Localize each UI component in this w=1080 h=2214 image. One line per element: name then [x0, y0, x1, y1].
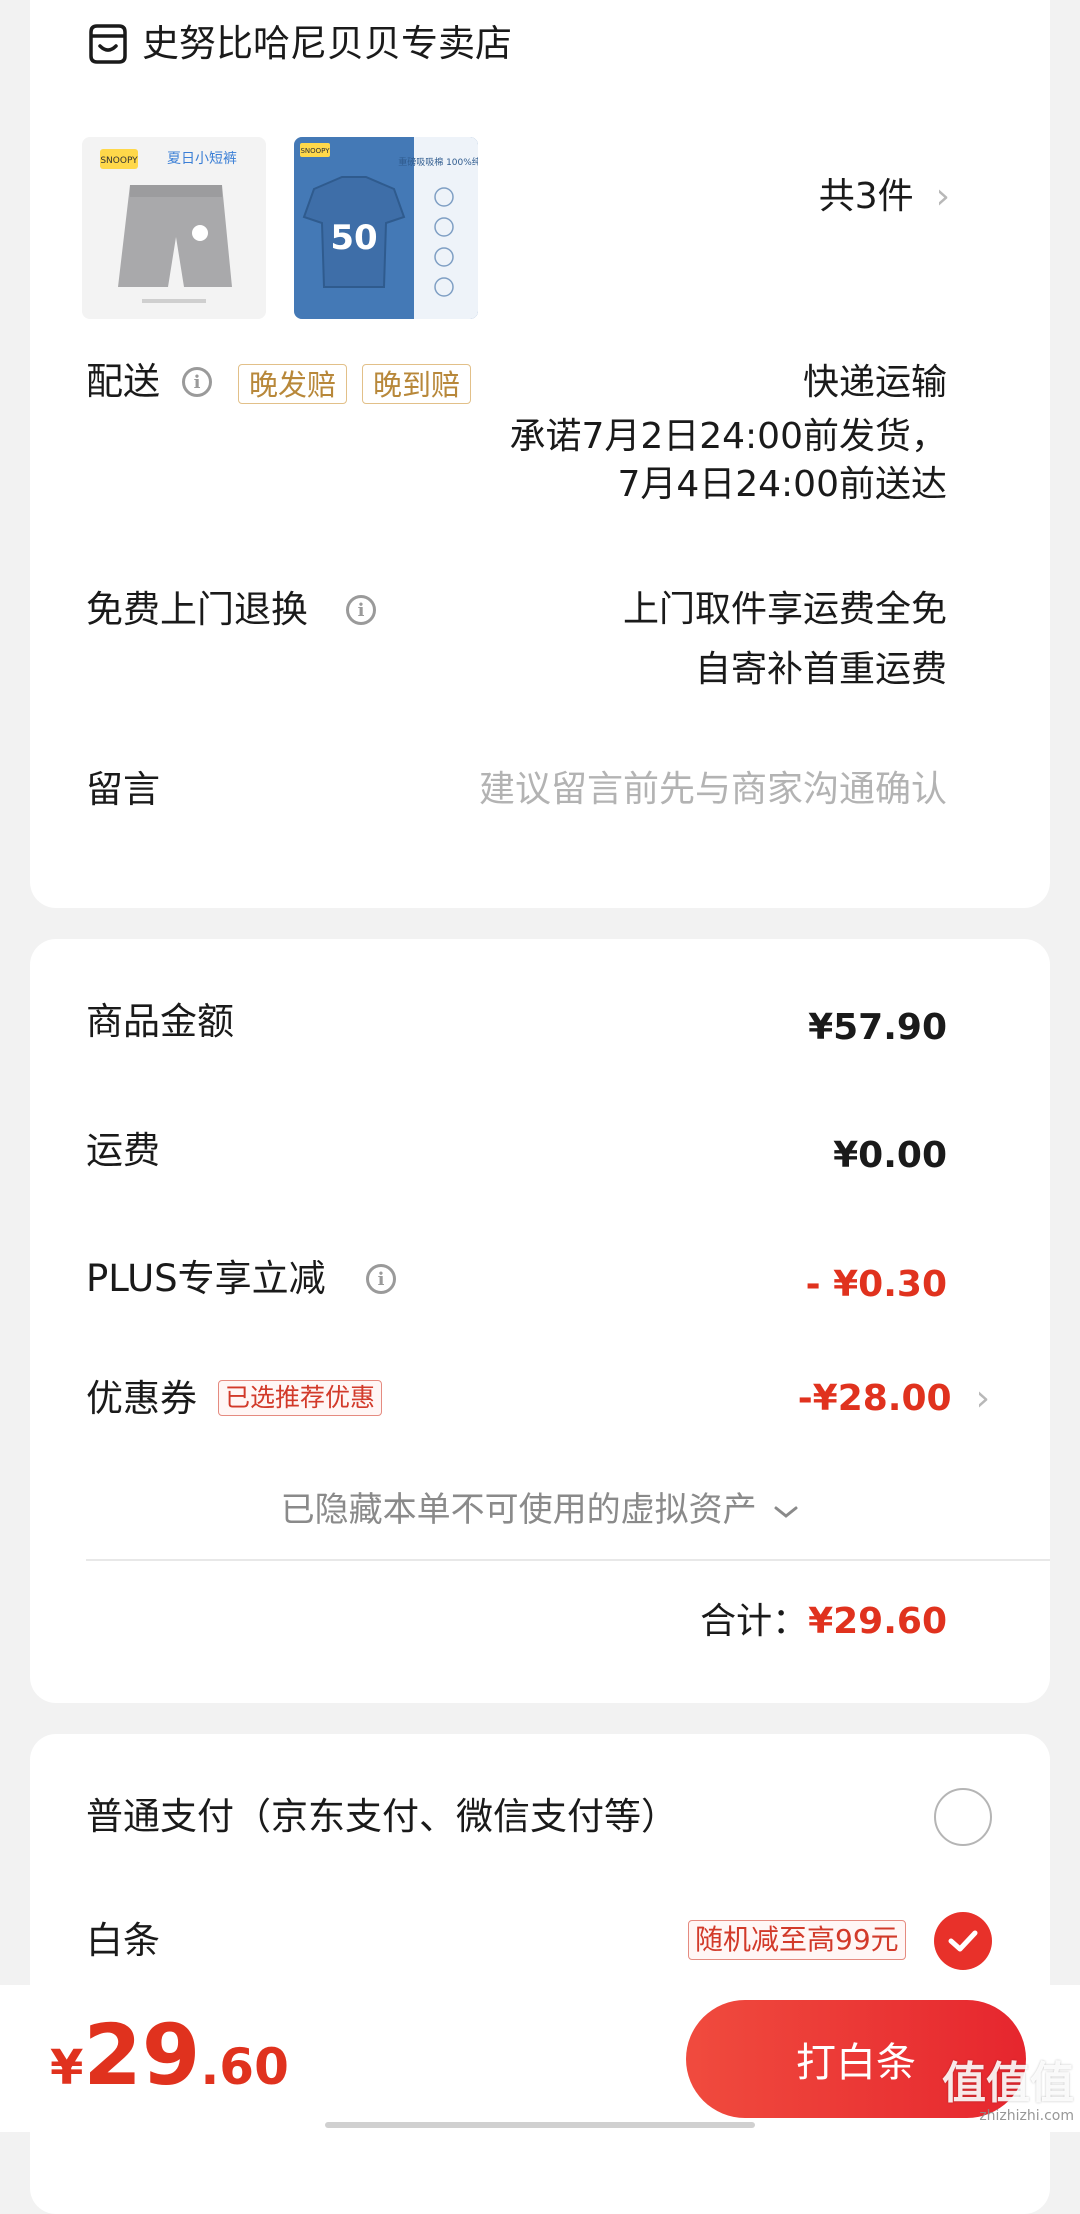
bottom-total-amount: ¥29.60 [50, 2007, 289, 2103]
baitiao-label[interactable]: 白条 [86, 1918, 160, 1964]
hidden-assets-text: 已隐藏本单不可使用的虚拟资产 [280, 1490, 757, 1530]
price-summary-card: 商品金额 ¥57.90 运费 ¥0.00 PLUS专享立减 i - ¥0.30 … [30, 939, 1050, 1703]
amount-decimal: .60 [200, 2038, 289, 2096]
tshirt-number-text: 50 [330, 218, 377, 258]
total-row: 合计：¥29.60 [700, 1599, 947, 1645]
goods-amount-label: 商品金额 [86, 1000, 234, 1043]
home-indicator [325, 2122, 755, 2128]
delivery-promise-line1: 承诺7月2日24:00前发货， [509, 416, 947, 457]
normal-payment-label[interactable]: 普通支付（京东支付、微信支付等） [86, 1794, 678, 1840]
currency-symbol: ¥ [50, 2040, 84, 2096]
watermark: 值值值 zhizhizhi.com [942, 2058, 1074, 2125]
gray-shorts-product-image[interactable]: SNOOPY 夏日小短裤 [82, 137, 266, 319]
amount-integer: 29 [83, 2006, 201, 2104]
shipping-fee-label: 运费 [86, 1129, 160, 1172]
tshirt-badge-text: 重磅吸吸棉 100%纯棉 [398, 156, 478, 168]
info-icon[interactable]: i [366, 1264, 396, 1294]
shipping-fee-value: ¥0.00 [833, 1135, 947, 1176]
watermark-logo: 值值值 [942, 2058, 1074, 2109]
delivery-label: 配送 [86, 360, 160, 403]
free-return-line1: 上门取件享运费全免 [622, 589, 947, 630]
total-label: 合计： [700, 1601, 809, 1642]
info-icon[interactable]: i [182, 367, 212, 397]
watermark-site: zhizhizhi.com [979, 2108, 1074, 2124]
item-count-text: 共3件 [818, 176, 914, 217]
coupon-label: 优惠券 [86, 1377, 197, 1420]
shorts-badge-text: 夏日小短裤 [167, 151, 237, 167]
shorts-brand-text: SNOOPY [100, 156, 138, 166]
free-return-label: 免费上门退换 [86, 588, 308, 631]
late-ship-compensation-tag: 晚发赔 [238, 364, 348, 404]
baitiao-promo-tag: 随机减至高99元 [688, 1920, 906, 1960]
payment-card: 普通支付（京东支付、微信支付等） 白条 随机减至高99元 [30, 1734, 1050, 2214]
delivery-method[interactable]: 快递运输 [803, 359, 947, 407]
store-icon [89, 24, 127, 64]
coupon-value: -¥28.00 [797, 1378, 952, 1419]
delivery-promise-line2: 7月4日24:00前送达 [617, 464, 947, 505]
tshirt-brand-text: SNOOPY [300, 147, 330, 155]
late-delivery-compensation-tag: 晚到赔 [362, 364, 472, 404]
blue-tshirt-product-image[interactable]: SNOOPY 50 重磅吸吸棉 100%纯棉 [294, 137, 478, 319]
hidden-assets-toggle[interactable]: 已隐藏本单不可使用的虚拟资产 [30, 1487, 1050, 1533]
info-icon[interactable]: i [346, 595, 376, 625]
item-count-link[interactable]: 共3件 › [819, 175, 950, 219]
chevron-down-icon [774, 1506, 798, 1518]
total-value: ¥29.60 [808, 1601, 947, 1642]
chevron-right-icon: › [935, 176, 950, 217]
message-label: 留言 [86, 768, 160, 811]
coupon-select-link[interactable]: -¥28.00 › [798, 1376, 990, 1422]
plus-discount-label: PLUS专享立减 [86, 1257, 326, 1300]
coupon-recommended-tag: 已选推荐优惠 [218, 1380, 383, 1416]
plus-discount-value: - ¥0.30 [805, 1264, 947, 1305]
store-name[interactable]: 史努比哈尼贝贝专卖店 [142, 22, 512, 66]
divider [86, 1559, 1050, 1561]
bottom-pay-bar: ¥29.60 打白条 值值值 zhizhizhi.com [0, 1985, 1080, 2132]
message-input[interactable]: 建议留言前先与商家沟通确认 [479, 767, 947, 813]
normal-payment-radio[interactable] [934, 1788, 992, 1846]
baitiao-radio-checked[interactable] [934, 1912, 992, 1970]
free-return-line2: 自寄补首重运费 [694, 649, 947, 690]
store-card: 史努比哈尼贝贝专卖店 SNOOPY 夏日小短裤 SNOOPY 50 重磅吸吸棉 … [30, 0, 1050, 908]
check-icon [948, 1930, 978, 1952]
goods-amount-value: ¥57.90 [808, 1007, 947, 1048]
chevron-right-icon: › [975, 1378, 990, 1419]
